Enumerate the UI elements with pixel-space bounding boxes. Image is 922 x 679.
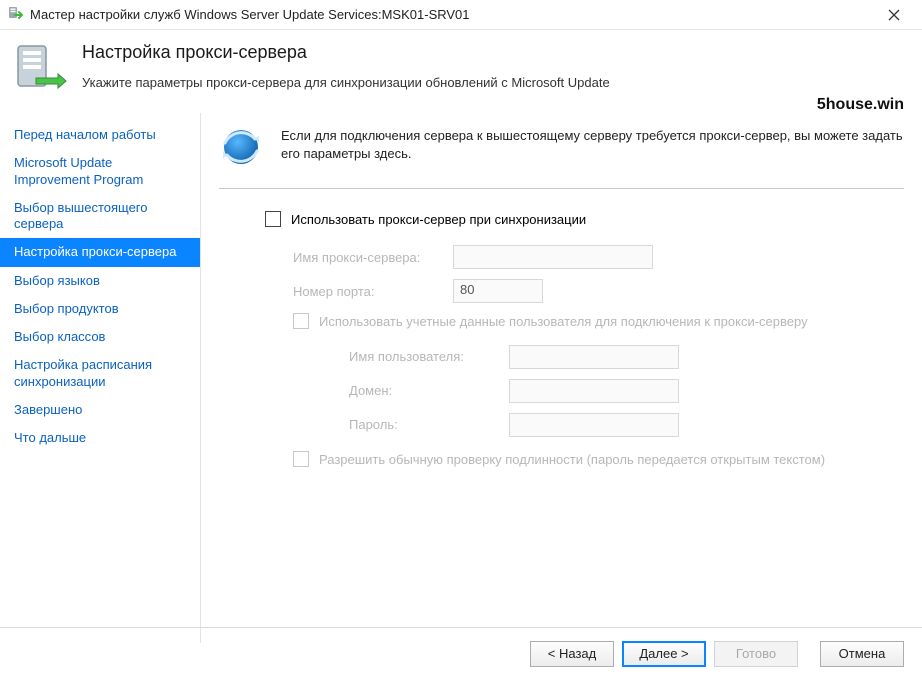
sidebar-item-upstream-server[interactable]: Выбор вышестоящего сервера: [0, 194, 200, 239]
sidebar-item-finished[interactable]: Завершено: [0, 396, 200, 424]
main-panel: Если для подключения сервера к вышестоящ…: [200, 113, 922, 643]
basic-auth-label: Разрешить обычную проверку подлинности (…: [319, 451, 825, 469]
sync-globe-icon: [219, 125, 267, 172]
username-input[interactable]: [509, 345, 679, 369]
window-title: Мастер настройки служб Windows Server Up…: [30, 7, 874, 22]
watermark: 5house.win: [817, 96, 904, 114]
proxy-name-input[interactable]: [453, 245, 653, 269]
username-label: Имя пользователя:: [349, 349, 509, 364]
use-credentials-checkbox[interactable]: [293, 313, 309, 329]
basic-auth-checkbox[interactable]: [293, 451, 309, 467]
sidebar-item-before-start[interactable]: Перед началом работы: [0, 121, 200, 149]
divider: [219, 188, 904, 189]
sidebar-item-whats-next[interactable]: Что дальше: [0, 424, 200, 452]
finish-button: Готово: [714, 641, 798, 667]
intro-text: Если для подключения сервера к вышестоящ…: [281, 125, 904, 172]
wizard-sidebar: Перед началом работы Microsoft Update Im…: [0, 113, 200, 643]
proxy-name-label: Имя прокси-сервера:: [293, 250, 453, 265]
sidebar-item-products[interactable]: Выбор продуктов: [0, 295, 200, 323]
wizard-footer: < Назад Далее > Готово Отмена: [0, 627, 922, 679]
use-proxy-label: Использовать прокси-сервер при синхрониз…: [291, 212, 586, 227]
back-button[interactable]: < Назад: [530, 641, 614, 667]
titlebar: Мастер настройки служб Windows Server Up…: [0, 0, 922, 30]
domain-label: Домен:: [349, 383, 509, 398]
page-title: Настройка прокси-сервера: [82, 42, 906, 63]
use-credentials-label: Использовать учетные данные пользователя…: [319, 313, 808, 331]
sidebar-item-languages[interactable]: Выбор языков: [0, 267, 200, 295]
use-proxy-checkbox[interactable]: [265, 211, 281, 227]
sidebar-item-classes[interactable]: Выбор классов: [0, 323, 200, 351]
password-input[interactable]: [509, 413, 679, 437]
header-server-icon: [14, 40, 70, 99]
port-input[interactable]: 80: [453, 279, 543, 303]
domain-input[interactable]: [509, 379, 679, 403]
use-proxy-row: Использовать прокси-сервер при синхрониз…: [265, 211, 904, 227]
sidebar-item-improvement-program[interactable]: Microsoft Update Improvement Program: [0, 149, 200, 194]
password-label: Пароль:: [349, 417, 509, 432]
port-label: Номер порта:: [293, 284, 453, 299]
page-subtitle: Укажите параметры прокси-сервера для син…: [82, 75, 906, 90]
close-button[interactable]: [874, 0, 914, 30]
next-button[interactable]: Далее >: [622, 641, 706, 667]
app-icon: [8, 5, 24, 24]
sidebar-item-proxy-settings[interactable]: Настройка прокси-сервера: [0, 238, 200, 266]
sidebar-item-sync-schedule[interactable]: Настройка расписания синхронизации: [0, 351, 200, 396]
wizard-header: Настройка прокси-сервера Укажите парамет…: [0, 30, 922, 113]
cancel-button[interactable]: Отмена: [820, 641, 904, 667]
